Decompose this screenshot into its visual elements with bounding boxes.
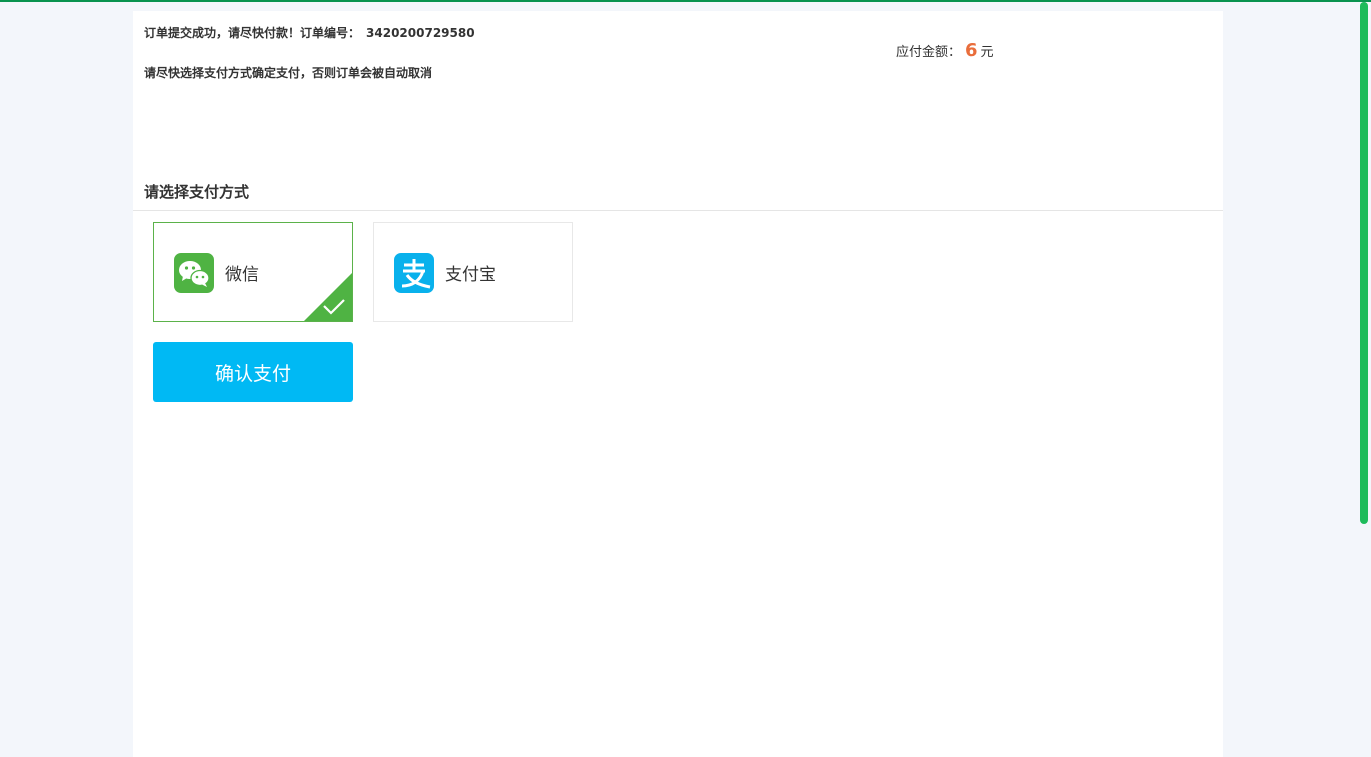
order-success-text: 订单提交成功，请尽快付款！订单编号： <box>144 26 361 40</box>
alipay-icon <box>394 253 434 293</box>
payment-card: 订单提交成功，请尽快付款！订单编号： 3420200729580 请尽快选择支付方… <box>133 11 1223 757</box>
order-notice: 请尽快选择支付方式确定支付，否则订单会被自动取消 <box>144 66 433 80</box>
amount-unit: 元 <box>980 45 994 60</box>
payment-option-label: 微信 <box>225 265 259 285</box>
section-divider <box>133 210 1223 211</box>
payment-section-title: 请选择支付方式 <box>144 183 250 201</box>
wechat-icon <box>174 253 214 293</box>
order-success-line: 订单提交成功，请尽快付款！订单编号： 3420200729580 <box>144 24 475 41</box>
payment-option-wechat[interactable]: 微信 <box>153 222 353 322</box>
amount-label: 应付金额： <box>896 45 962 60</box>
order-number: 3420200729580 <box>366 26 475 40</box>
selected-check-icon <box>304 273 352 321</box>
top-accent-line <box>0 0 1371 2</box>
payment-option-alipay[interactable]: 支付宝 <box>373 222 573 322</box>
payment-option-label: 支付宝 <box>445 265 496 285</box>
amount-due: 应付金额： 6 元 <box>896 40 994 61</box>
amount-value: 6 <box>965 40 978 61</box>
scrollbar-thumb[interactable] <box>1360 2 1368 524</box>
confirm-payment-button[interactable]: 确认支付 <box>153 342 353 402</box>
